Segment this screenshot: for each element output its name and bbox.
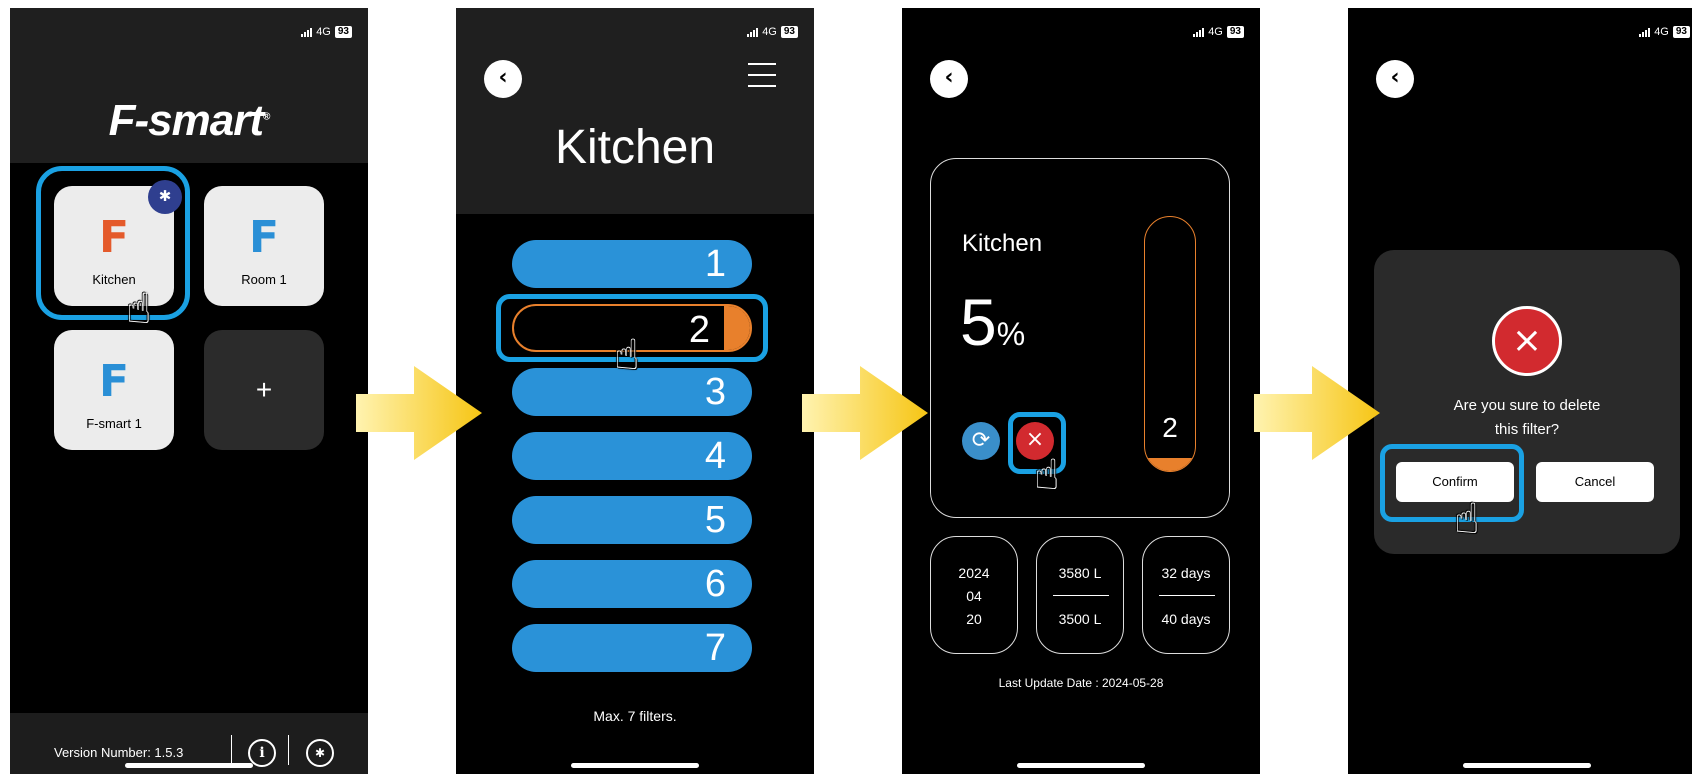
max-filters-note: Max. 7 filters. [593,708,677,724]
status-bar: 4G 93 [1639,26,1690,38]
filter-slot-4[interactable]: 4 [512,432,752,480]
volume-box: 3580 L 3500 L [1036,536,1124,654]
pointer-hand-icon: ☝ [1454,494,1480,543]
filter-slot-5[interactable]: 5 [512,496,752,544]
home-indicator [571,763,699,768]
device-tile-f-smart-1[interactable]: F F-smart 1 [54,330,174,450]
header-bar [456,8,814,214]
device-tile-label: Room 1 [241,272,287,287]
home-indicator [1017,763,1145,768]
signal-icon [1639,27,1651,37]
battery-icon: 93 [334,26,352,38]
add-device-button[interactable]: + [204,330,324,450]
screen-delete-confirm: 4G 93 ‹ × Are you sure to delete this fi… [1348,8,1692,774]
home-indicator [1463,763,1591,768]
filter-slot-7[interactable]: 7 [512,624,752,672]
last-update-date: Last Update Date : 2024-05-28 [998,676,1164,690]
battery-icon: 93 [1672,26,1690,38]
network-label: 4G [1208,26,1223,38]
home-indicator [125,763,253,768]
menu-icon[interactable] [748,63,776,96]
divider [1159,595,1215,596]
battery-icon: 93 [1226,26,1244,38]
cancel-button[interactable]: Cancel [1536,462,1654,502]
dialog-message: Are you sure to delete this filter? [1453,397,1601,438]
date-year: 2024 [958,565,990,581]
tap-highlight [1380,444,1524,522]
pointer-hand-icon: ☝ [614,330,640,379]
signal-icon [301,27,313,37]
divider [231,735,232,765]
volume-capacity: 3500 L [1058,611,1102,627]
version-number: Version Number: 1.5.3 [54,745,184,760]
device-tile-label: F-smart 1 [86,416,142,431]
status-bar: 4G 93 [1193,26,1244,38]
signal-icon [747,27,759,37]
filter-percentage: 5% [960,285,1026,359]
back-chevron-icon[interactable]: ‹ [930,60,968,98]
pointer-hand-icon: ☝ [126,284,152,333]
divider [288,735,289,765]
card-title: Kitchen [962,230,1043,257]
gauge-filter-number: 2 [1162,412,1178,443]
step-arrow-icon [1254,366,1380,460]
filter-slot-6[interactable]: 6 [512,560,752,608]
screen-filter-detail: 4G 93 ‹ Kitchen 5% 2 ⟳ × ☝ 2024 04 20 35… [902,8,1260,774]
close-icon: × [1492,306,1562,376]
screen-device-list: 4G 93 F-smart® F Kitchen ✱ F Room 1 F F-… [10,8,368,774]
pointer-hand-icon: ☝ [1034,450,1060,499]
page-title: Kitchen [554,121,716,174]
signal-icon [1193,27,1205,37]
volume-used: 3580 L [1058,565,1102,581]
back-chevron-icon[interactable]: ‹ [1376,60,1414,98]
date-month: 04 [966,588,982,604]
step-arrow-icon [356,366,482,460]
status-bar: 4G 93 [301,26,352,38]
f-logo-icon: F [248,212,280,263]
network-label: 4G [316,26,331,38]
date-day: 20 [966,611,982,627]
network-label: 4G [1654,26,1669,38]
screen-filter-list: 4G 93 ‹ Kitchen 1 2 3 4 5 6 7 ☝ Max. 7 f… [456,8,814,774]
divider [1053,595,1109,596]
back-chevron-icon[interactable]: ‹ [484,60,522,98]
install-date-box: 2024 04 20 [930,536,1018,654]
device-tile-room-1[interactable]: F Room 1 [204,186,324,306]
bluetooth-refresh-icon[interactable]: ✱ [306,739,334,767]
f-logo-icon: F [98,356,130,407]
app-logo: F-smart® [108,96,271,145]
filter-slot-1[interactable]: 1 [512,240,752,288]
step-arrow-icon [802,366,928,460]
days-box: 32 days 40 days [1142,536,1230,654]
network-label: 4G [762,26,777,38]
refresh-icon[interactable]: ⟳ [962,422,1000,460]
days-used: 32 days [1161,565,1211,581]
status-bar: 4G 93 [747,26,798,38]
days-total: 40 days [1161,611,1211,627]
battery-icon: 93 [780,26,798,38]
gauge-fill [1145,458,1195,471]
tap-highlight [36,166,190,320]
